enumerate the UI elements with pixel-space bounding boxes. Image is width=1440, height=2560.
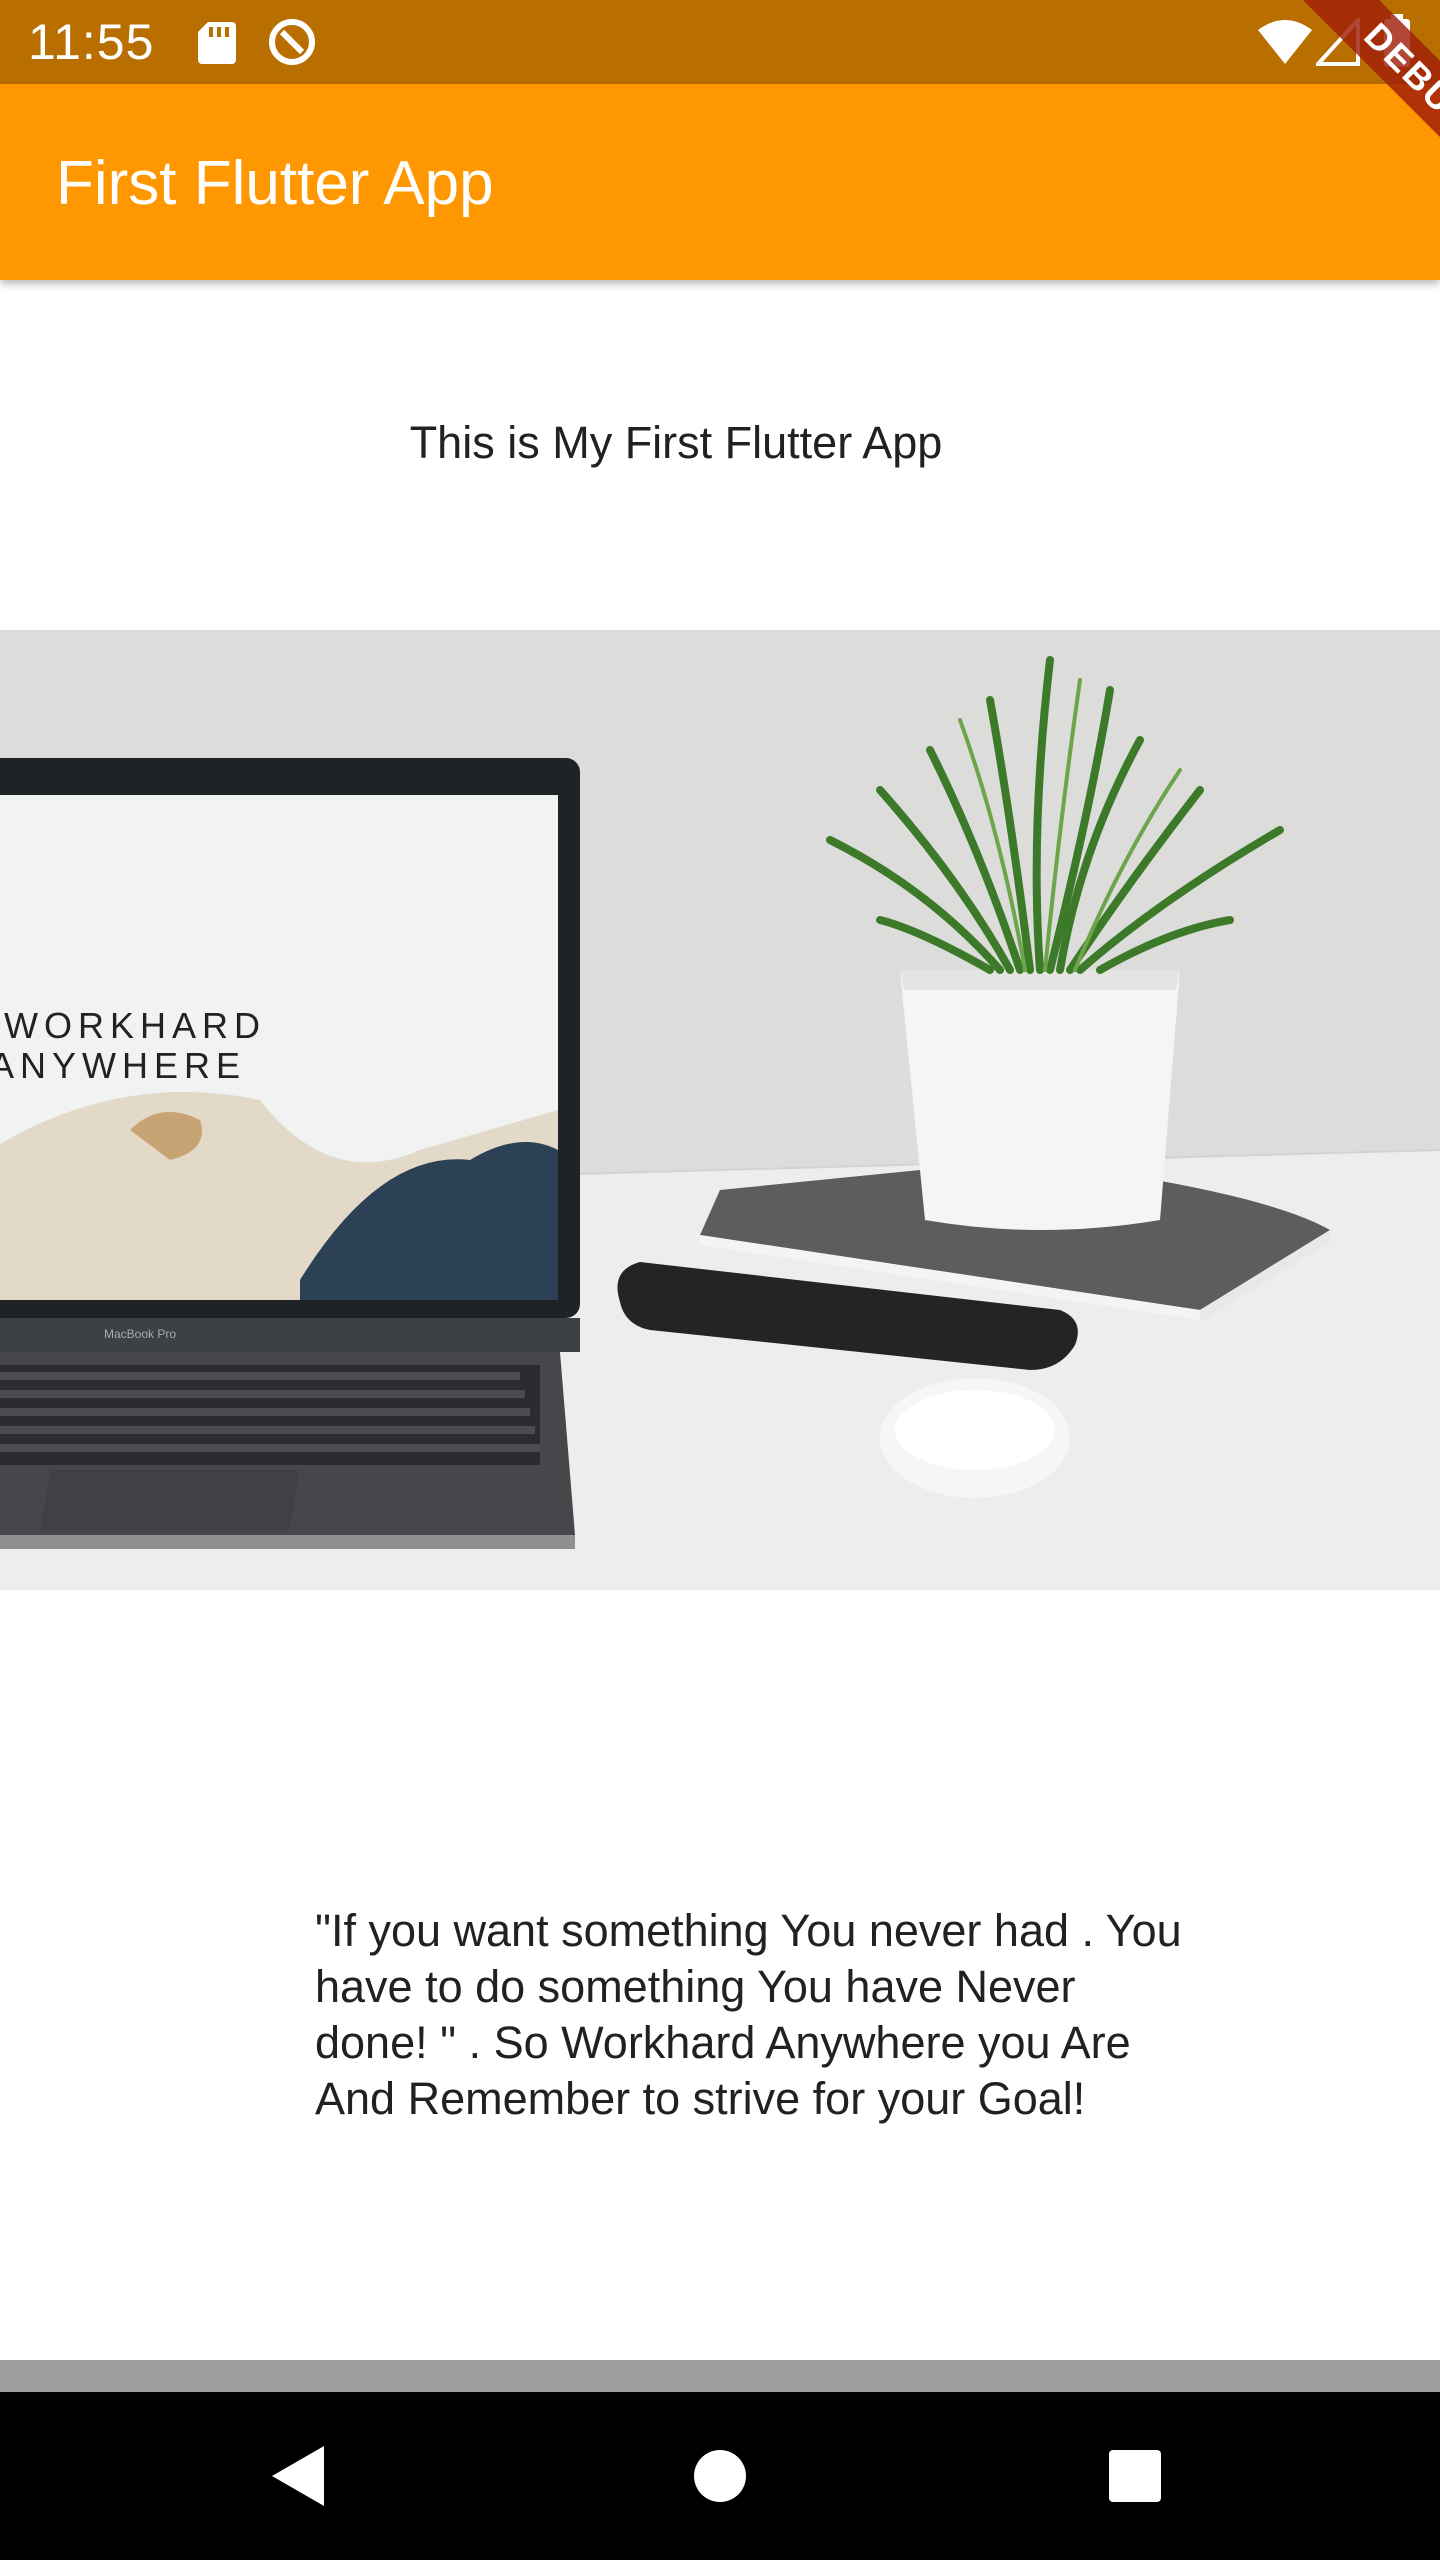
app-screen: 11:55 First Flutter App DEBUG This is My… bbox=[0, 0, 1440, 2560]
laptop-label: MacBook Pro bbox=[104, 1327, 176, 1341]
signal-icon bbox=[1316, 18, 1360, 66]
back-icon[interactable] bbox=[250, 2426, 350, 2526]
bottom-strip bbox=[0, 2360, 1440, 2392]
battery-icon bbox=[1384, 14, 1410, 67]
intro-text: This is My First Flutter App bbox=[409, 417, 943, 468]
status-bar: 11:55 bbox=[0, 0, 1440, 84]
navigation-bar bbox=[0, 2392, 1440, 2560]
home-icon[interactable] bbox=[670, 2426, 770, 2526]
quote-text: "If you want something You never had . Y… bbox=[315, 1905, 1182, 2124]
recents-icon[interactable] bbox=[1085, 2426, 1185, 2526]
app-bar: First Flutter App bbox=[0, 84, 1440, 280]
wifi-icon bbox=[1258, 20, 1312, 64]
status-time: 11:55 bbox=[28, 14, 155, 70]
laptop-screen-text-1: WORKHARD bbox=[4, 1005, 266, 1046]
desk-photo: WORKHARD ANYWHERE MacBook Pro bbox=[0, 630, 1440, 1590]
app-title: First Flutter App bbox=[56, 149, 494, 218]
laptop-screen-text-2: ANYWHERE bbox=[0, 1045, 246, 1086]
laptop-image: WORKHARD ANYWHERE MacBook Pro bbox=[0, 758, 580, 1549]
sd-card-icon bbox=[198, 22, 236, 64]
data-saver-icon bbox=[269, 19, 315, 65]
